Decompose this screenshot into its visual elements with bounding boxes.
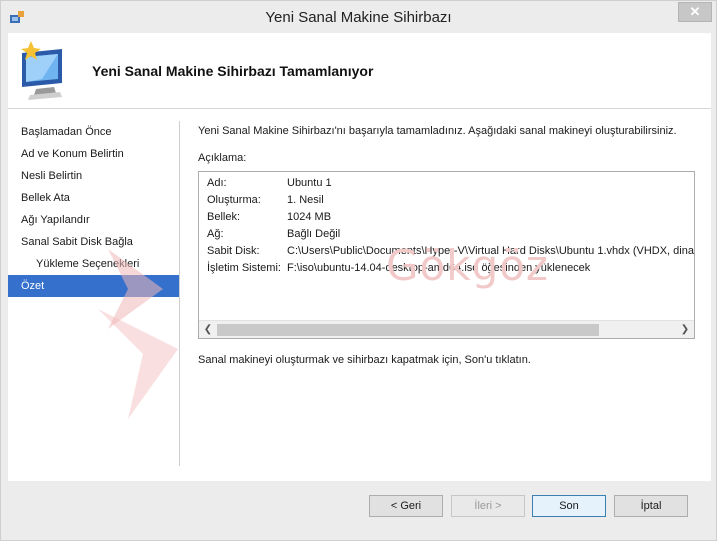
wizard-content: Başlamadan Önce Ad ve Konum Belirtin Nes… — [8, 109, 711, 481]
summary-row: Bellek: 1024 MB — [207, 209, 692, 226]
summary-panel: Yeni Sanal Makine Sihirbazı'nı başarıyla… — [198, 121, 698, 366]
summary-key: Ağ: — [207, 228, 224, 240]
title-bar: Yeni Sanal Makine Sihirbazı ✕ — [1, 1, 716, 33]
summary-key: Adı: — [207, 177, 227, 189]
summary-key: İşletim Sistemi: — [207, 262, 281, 274]
nav-item-before-you-begin[interactable]: Başlamadan Önce — [8, 121, 180, 143]
nav-item-installation-options[interactable]: Yükleme Seçenekleri — [8, 253, 180, 275]
nav-item-name-location[interactable]: Ad ve Konum Belirtin — [8, 143, 180, 165]
summary-value: Ubuntu 1 — [287, 177, 332, 189]
new-vm-wizard-icon — [21, 41, 62, 100]
summary-row: Oluşturma: 1. Nesil — [207, 192, 692, 209]
summary-row: Adı: Ubuntu 1 — [207, 175, 692, 192]
summary-value: Bağlı Değil — [287, 228, 341, 240]
nav-item-networking[interactable]: Ağı Yapılandır — [8, 209, 180, 231]
nav-item-summary[interactable]: Özet — [8, 275, 180, 297]
finish-instruction: Sanal makineyi oluşturmak ve sihirbazı k… — [198, 354, 531, 366]
cancel-button[interactable]: İptal — [614, 495, 688, 517]
summary-key: Bellek: — [207, 211, 241, 223]
summary-value: 1024 MB — [287, 211, 332, 223]
wizard-steps-nav: Başlamadan Önce Ad ve Konum Belirtin Nes… — [8, 121, 180, 297]
scroll-left-icon[interactable]: ❮ — [202, 323, 214, 337]
description-label: Açıklama: — [198, 152, 247, 164]
next-button[interactable]: İleri > — [451, 495, 525, 517]
nav-divider — [179, 121, 180, 466]
wizard-header: Yeni Sanal Makine Sihirbazı Tamamlanıyor — [8, 33, 711, 109]
window-title: Yeni Sanal Makine Sihirbazı — [265, 9, 452, 26]
nav-item-virtual-hard-disk[interactable]: Sanal Sabit Disk Bağla — [8, 231, 180, 253]
summary-key: Oluşturma: — [207, 194, 261, 206]
scroll-right-icon[interactable]: ❯ — [679, 323, 691, 337]
nav-item-memory[interactable]: Bellek Ata — [8, 187, 180, 209]
intro-text: Yeni Sanal Makine Sihirbazı'nı başarıyla… — [198, 125, 677, 137]
summary-value: 1. Nesil — [287, 194, 324, 206]
wizard-window: Yeni Sanal Makine Sihirbazı ✕ Yeni Sanal… — [0, 0, 717, 541]
nav-item-generation[interactable]: Nesli Belirtin — [8, 165, 180, 187]
page-title: Yeni Sanal Makine Sihirbazı Tamamlanıyor — [92, 63, 374, 79]
scrollbar-thumb[interactable] — [217, 324, 599, 336]
button-bar: < Geri İleri > Son İptal — [1, 481, 716, 541]
horizontal-scrollbar[interactable]: ❮ ❯ — [199, 320, 694, 338]
back-button[interactable]: < Geri — [369, 495, 443, 517]
watermark-text: Gökgöz — [386, 241, 549, 290]
summary-key: Sabit Disk: — [207, 245, 260, 257]
close-button[interactable]: ✕ — [678, 2, 712, 22]
finish-button[interactable]: Son — [532, 495, 606, 517]
